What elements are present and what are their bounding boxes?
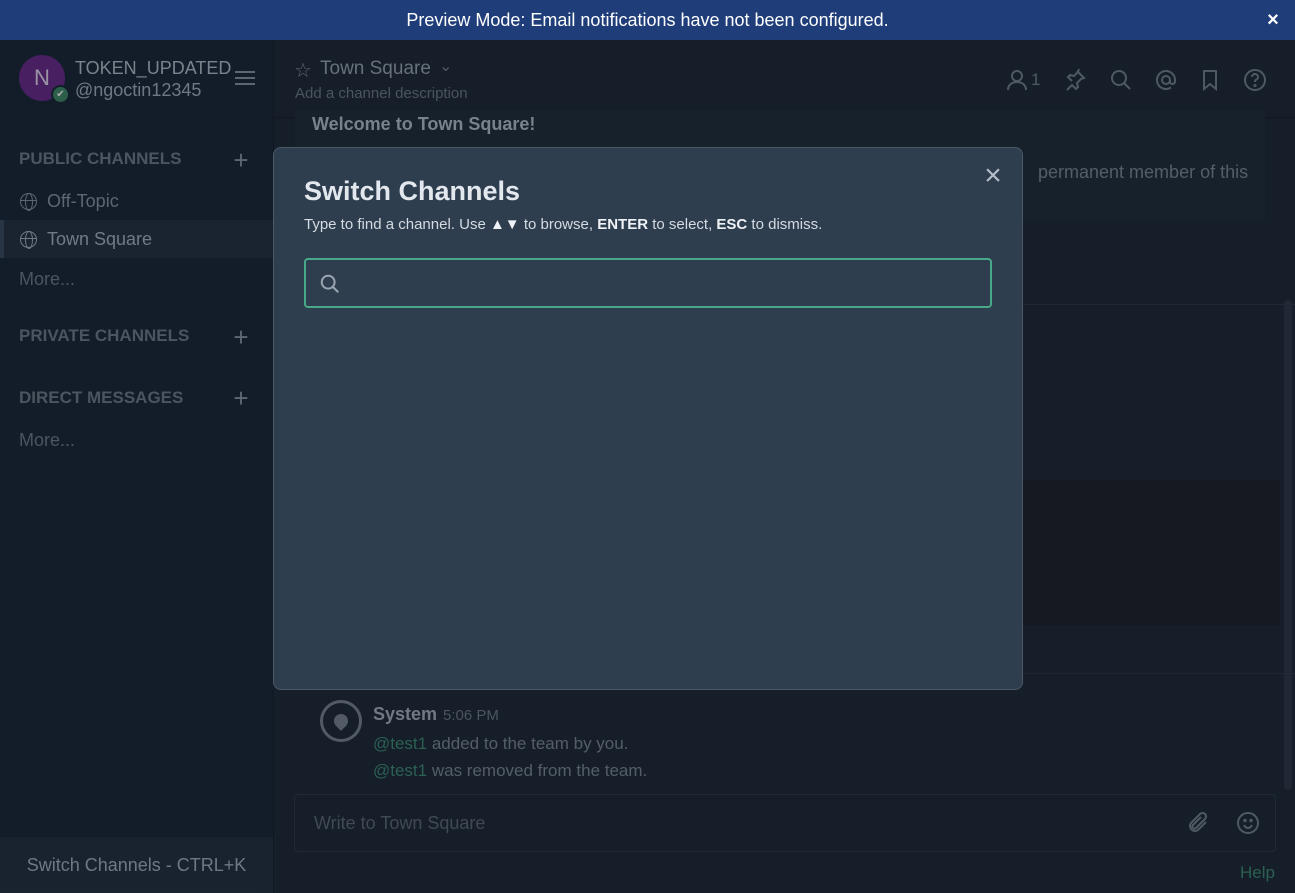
close-icon[interactable]: × bbox=[979, 161, 1007, 191]
channel-search-input[interactable] bbox=[352, 260, 982, 306]
search-icon bbox=[320, 274, 339, 293]
modal-hint: Type to find a channel. Use ▲▼ to browse… bbox=[304, 216, 822, 233]
hint-enter-key: ENTER bbox=[597, 216, 649, 233]
channel-search-box[interactable] bbox=[304, 258, 992, 308]
preview-mode-banner: Preview Mode: Email notifications have n… bbox=[0, 0, 1295, 40]
hint-arrows: ▲▼ bbox=[489, 216, 520, 233]
hint-text: to select, bbox=[648, 216, 717, 233]
modal-title: Switch Channels bbox=[304, 176, 521, 206]
hint-text: Type to find a channel. Use bbox=[304, 216, 490, 233]
banner-close-icon[interactable]: × bbox=[1263, 10, 1283, 30]
hint-text: to dismiss. bbox=[747, 216, 823, 233]
banner-text: Preview Mode: Email notifications have n… bbox=[406, 9, 889, 30]
hint-esc-key: ESC bbox=[716, 216, 748, 233]
hint-text: to browse, bbox=[519, 216, 598, 233]
switch-channels-modal: Switch Channels × Type to find a channel… bbox=[273, 147, 1023, 690]
